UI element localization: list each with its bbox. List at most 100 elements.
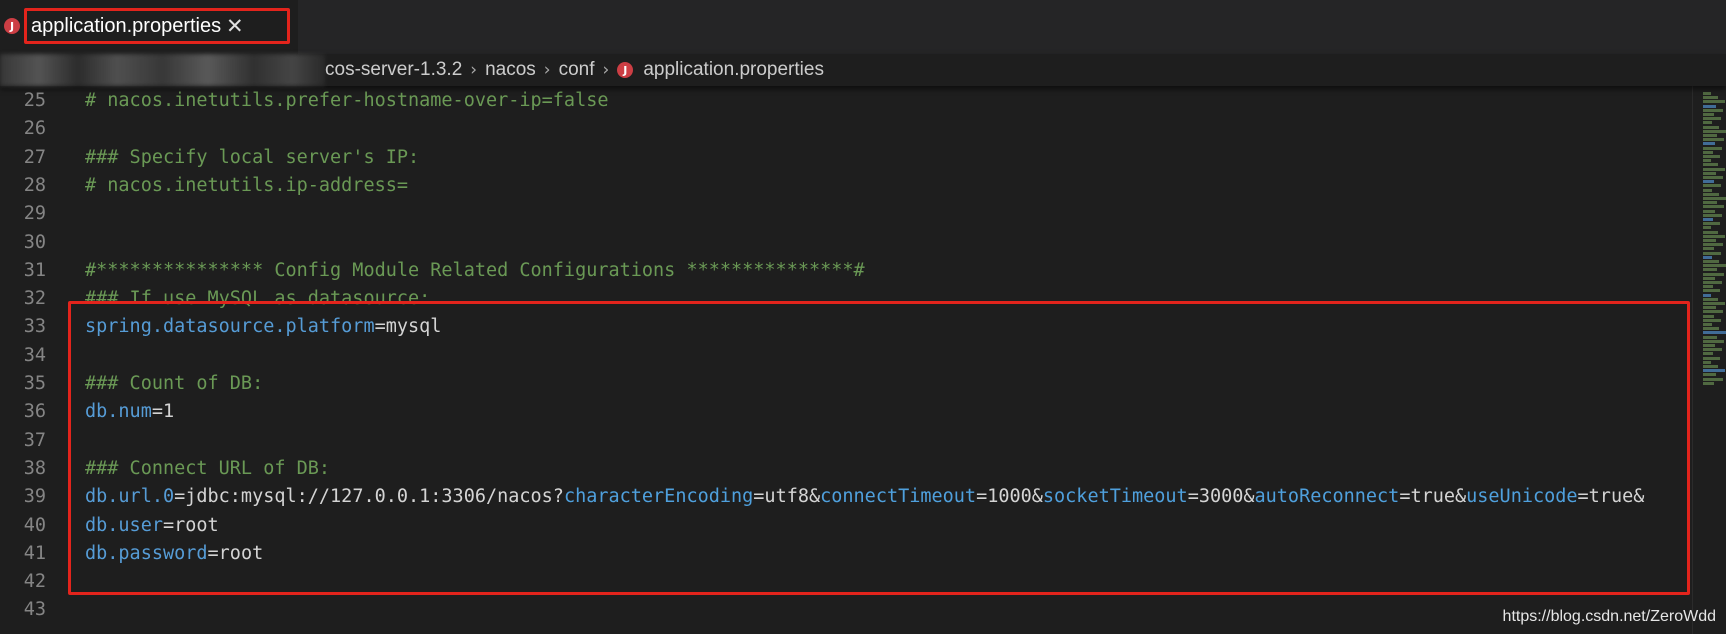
minimap-line [1703,285,1713,289]
minimap-line [1703,310,1723,314]
minimap-line [1703,226,1711,230]
code-token: # nacos.inetutils.prefer-hostname-over-i… [85,90,609,111]
line-number: 30 [23,231,46,253]
minimap-line [1703,297,1718,301]
line-number: 39 [23,486,46,508]
line-number: 36 [23,401,46,423]
minimap-line [1703,92,1711,95]
code-line[interactable]: 43 [0,596,1692,624]
minimap-line [1703,138,1724,142]
code-token: ### Specify local server's IP: [85,146,420,168]
minimap-line [1703,159,1711,163]
line-number: 27 [23,146,46,168]
minimap-line [1703,255,1712,259]
minimap-line [1703,100,1725,104]
minimap-line [1703,125,1719,129]
minimap-line [1703,213,1722,217]
minimap-line [1703,247,1714,251]
minimap-line [1703,377,1723,381]
breadcrumb-item-conf[interactable]: conf [559,59,595,81]
minimap-line [1703,331,1726,335]
minimap-line [1703,150,1713,154]
minimap[interactable] [1692,86,1726,634]
minimap-line [1703,293,1711,297]
blurred-path-region [0,54,325,86]
minimap-line [1703,356,1720,360]
minimap-line [1703,205,1724,209]
minimap-line [1703,134,1717,137]
minimap-line [1703,318,1721,322]
highlight-box-datasource-config [68,301,1690,595]
minimap-line [1703,268,1717,272]
minimap-line [1703,348,1722,352]
minimap-line [1703,239,1716,242]
minimap-line [1703,113,1714,116]
code-token: #*************** Config Module Related C… [85,259,865,281]
code-line[interactable]: 31 #*************** Config Module Related… [0,257,1692,285]
line-number: 31 [23,259,46,281]
chevron-right-icon: › [470,60,478,80]
minimap-line [1703,302,1725,305]
minimap-line [1703,373,1716,377]
highlight-box-tab [24,8,290,44]
minimap-line [1703,234,1725,238]
minimap-line [1703,327,1719,331]
minimap-line [1703,335,1717,339]
line-number: 29 [23,203,46,225]
line-content: # nacos.inetutils.ip-address= [85,172,408,200]
minimap-line [1703,104,1716,108]
minimap-line [1703,339,1724,343]
code-line[interactable]: 26 [0,115,1692,143]
line-number: 35 [23,373,46,394]
line-number: 32 [23,288,46,310]
breadcrumb-item-file[interactable]: application.properties [643,59,824,81]
minimap-line [1703,117,1721,121]
minimap-line [1703,352,1713,356]
minimap-line [1703,167,1725,171]
minimap-line [1703,201,1717,205]
tab-bar: J application.properties ✕ [0,0,1726,54]
minimap-line [1703,155,1720,158]
minimap-line [1703,360,1711,364]
line-content: # nacos.inetutils.prefer-hostname-over-i… [85,87,608,115]
minimap-line [1703,381,1714,385]
minimap-line [1703,306,1716,310]
minimap-line [1703,314,1714,318]
minimap-line [1703,323,1712,326]
line-number: 26 [23,118,46,140]
minimap-line [1703,243,1723,247]
minimap-line [1703,121,1712,125]
code-line[interactable]: 28 # nacos.inetutils.ip-address= [0,172,1692,200]
minimap-line [1703,365,1718,368]
minimap-line [1703,180,1714,184]
breadcrumb: cos-server-1.3.2 › nacos › conf › J appl… [0,54,1726,86]
line-number: 40 [23,514,46,536]
minimap-line [1703,272,1724,276]
breadcrumb-item-nacos[interactable]: nacos [485,59,536,81]
minimap-line [1703,230,1718,234]
code-line[interactable]: 30 [0,229,1692,257]
line-number: 38 [23,457,46,479]
minimap-line [1703,251,1721,255]
line-number: 33 [23,316,46,338]
minimap-line [1703,176,1723,179]
minimap-line [1703,260,1719,263]
line-content: ### Specify local server's IP: [85,144,419,172]
java-file-icon: J [617,62,634,78]
line-content: #*************** Config Module Related C… [85,257,865,285]
minimap-line [1703,209,1715,213]
minimap-line [1703,222,1720,226]
breadcrumb-item-server[interactable]: cos-server-1.3.2 [325,59,462,81]
minimap-line [1703,129,1726,133]
minimap-line [1703,218,1713,221]
minimap-line [1703,264,1726,268]
code-line[interactable]: 27 ### Specify local server's IP: [0,144,1692,172]
chevron-right-icon: › [543,60,551,80]
minimap-line [1703,276,1715,280]
minimap-line [1703,281,1722,284]
minimap-line [1703,171,1716,175]
watermark: https://blog.csdn.net/ZeroWdd [1502,608,1716,625]
code-line[interactable]: 29 [0,200,1692,228]
line-number: 41 [23,542,46,564]
code-line[interactable]: 25 # nacos.inetutils.prefer-hostname-over… [0,87,1692,115]
